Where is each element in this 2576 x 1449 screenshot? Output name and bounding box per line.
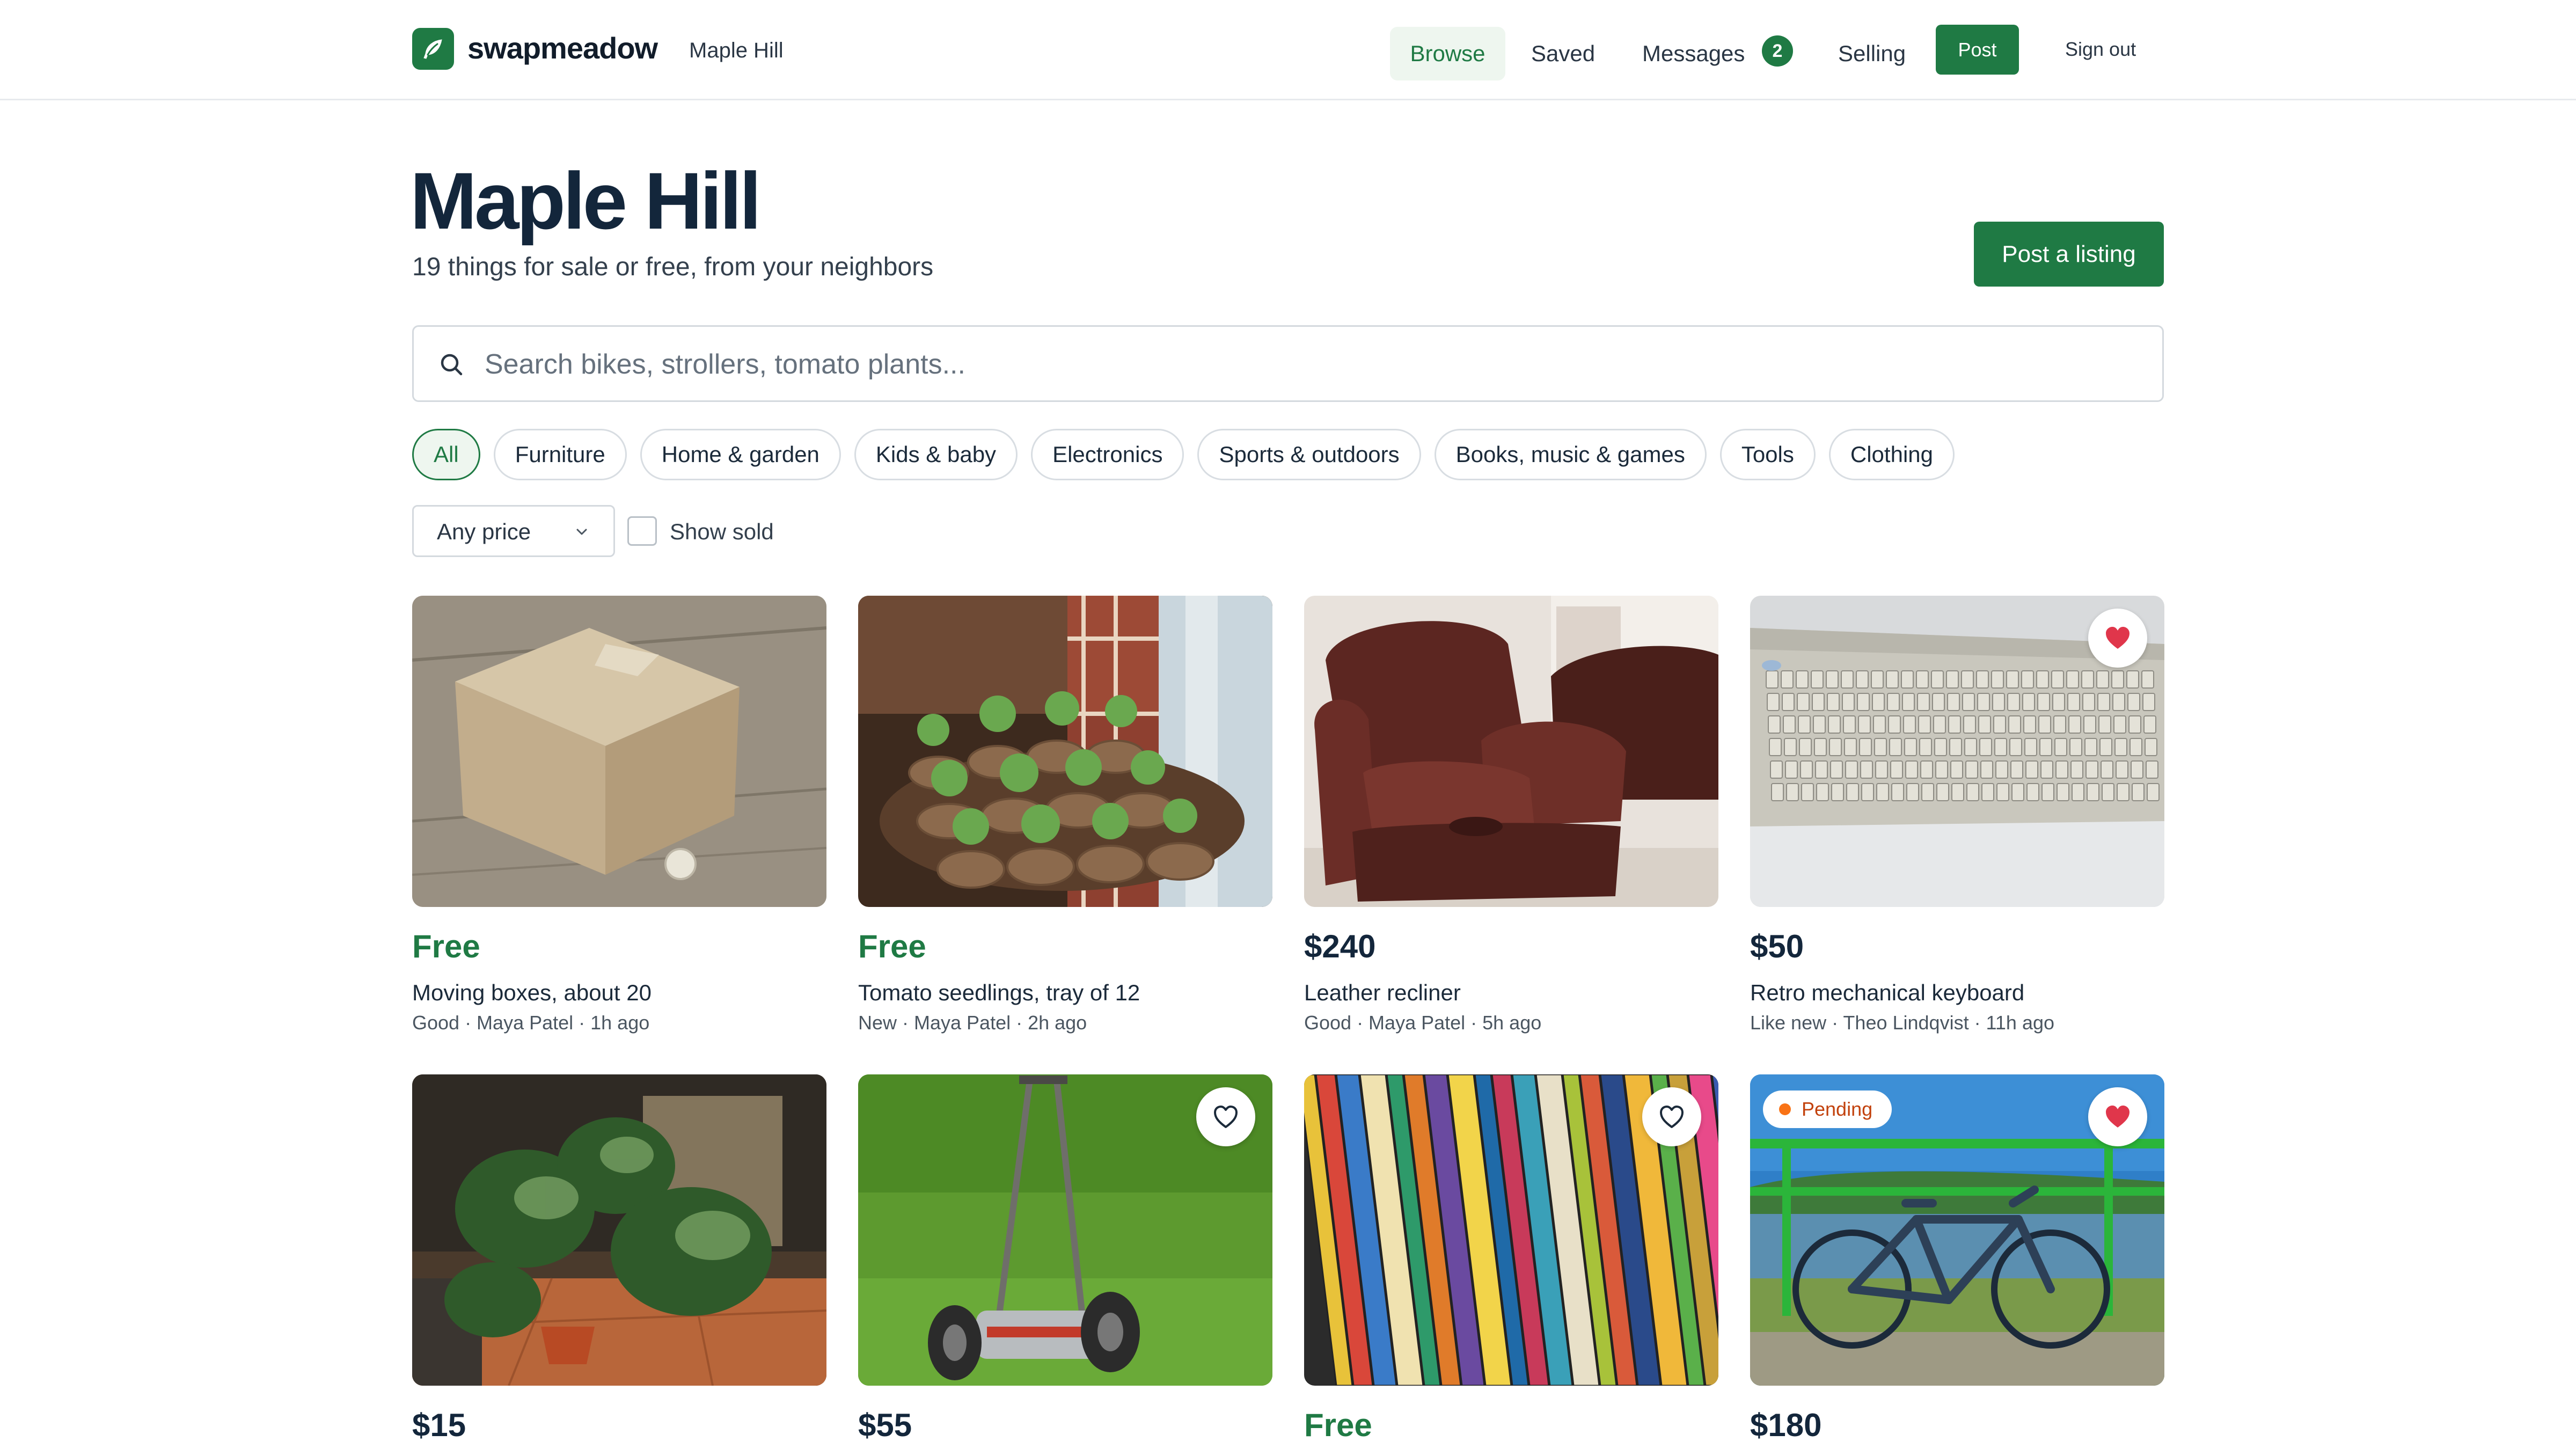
category-chip-books-music-games[interactable]: Books, music & games bbox=[1434, 429, 1707, 480]
category-chip-sports-outdoors[interactable]: Sports & outdoors bbox=[1197, 429, 1421, 480]
listing-title[interactable]: Moving boxes, about 20 bbox=[412, 978, 652, 1008]
leaf-icon[interactable] bbox=[412, 28, 454, 70]
listing-meta: Good · Maya Patel · 1h ago bbox=[412, 1012, 650, 1034]
listing-price: $15 bbox=[412, 1407, 466, 1443]
listing-photo[interactable] bbox=[412, 596, 826, 907]
listing-meta: Good · Maya Patel · 5h ago bbox=[1304, 1012, 1542, 1034]
listing-meta: Like new · Theo Lindqvist · 11h ago bbox=[1750, 1012, 2055, 1034]
listing-title[interactable]: Tomato seedlings, tray of 12 bbox=[858, 978, 1140, 1008]
nav-browse[interactable]: Browse bbox=[1390, 27, 1505, 80]
heart-filled-icon bbox=[2106, 1106, 2129, 1128]
show-sold-checkbox[interactable] bbox=[627, 516, 657, 546]
current-location: Maple Hill bbox=[689, 39, 784, 62]
price-filter-select[interactable]: Any price bbox=[412, 505, 615, 557]
nav-selling[interactable]: Selling bbox=[1838, 27, 1906, 80]
save-favorite-button[interactable] bbox=[1196, 1087, 1255, 1146]
category-chip-clothing[interactable]: Clothing bbox=[1828, 429, 1955, 480]
chevron-down-icon bbox=[576, 529, 587, 535]
nav-saved[interactable]: Saved bbox=[1531, 27, 1595, 80]
price-filter-value: Any price bbox=[437, 519, 531, 544]
category-chip-electronics[interactable]: Electronics bbox=[1031, 429, 1184, 480]
listing-photo[interactable] bbox=[1304, 596, 1718, 907]
page-title: Maple Hill bbox=[410, 156, 762, 246]
save-favorite-button[interactable] bbox=[2088, 609, 2147, 668]
listing-title[interactable]: Leather recliner bbox=[1304, 978, 1461, 1008]
category-chip-kids-baby[interactable]: Kids & baby bbox=[854, 429, 1018, 480]
category-chip-furniture[interactable]: Furniture bbox=[493, 429, 627, 480]
save-favorite-button[interactable] bbox=[1642, 1087, 1701, 1146]
search-icon bbox=[441, 354, 463, 376]
listing-meta: New · Maya Patel · 2h ago bbox=[858, 1012, 1087, 1034]
search-bar[interactable] bbox=[412, 325, 2164, 402]
listing-photo[interactable] bbox=[412, 1074, 826, 1386]
status-badge-label: Pending bbox=[1802, 1098, 1873, 1120]
brand-name[interactable]: swapmeadow bbox=[467, 30, 658, 67]
category-chip-home-garden[interactable]: Home & garden bbox=[640, 429, 841, 480]
save-favorite-button[interactable] bbox=[2088, 1087, 2147, 1146]
listing-price: $55 bbox=[858, 1407, 912, 1443]
messages-count-badge: 2 bbox=[1762, 35, 1793, 67]
listing-price: $240 bbox=[1304, 928, 1376, 964]
listing-price: Free bbox=[858, 928, 926, 964]
nav-messages[interactable]: Messages bbox=[1642, 27, 1745, 80]
listing-title[interactable]: Retro mechanical keyboard bbox=[1750, 978, 2024, 1008]
listing-price: Free bbox=[412, 928, 480, 964]
top-nav-bar: swapmeadow Maple Hill Browse Saved Messa… bbox=[0, 0, 2576, 100]
listing-price: $50 bbox=[1750, 928, 1804, 964]
search-input[interactable] bbox=[485, 343, 2138, 386]
heart-outline-icon bbox=[1214, 1106, 1238, 1128]
post-listing-button[interactable]: Post a listing bbox=[1974, 222, 2164, 287]
heart-filled-icon bbox=[2106, 627, 2129, 649]
category-chip-all[interactable]: All bbox=[412, 429, 480, 480]
category-chip-tools[interactable]: Tools bbox=[1719, 429, 1816, 480]
status-dot bbox=[1779, 1103, 1791, 1115]
sign-out-link[interactable]: Sign out bbox=[2065, 33, 2136, 65]
listing-photo[interactable] bbox=[858, 596, 1272, 907]
status-badge: Pending bbox=[1763, 1091, 1892, 1128]
show-sold-label[interactable]: Show sold bbox=[670, 516, 774, 547]
category-filter-chips: All Furniture Home & garden Kids & baby … bbox=[412, 429, 1955, 480]
listing-count-subtitle: 19 things for sale or free, from your ne… bbox=[412, 253, 934, 281]
listing-price: Free bbox=[1304, 1407, 1372, 1443]
post-button[interactable]: Post bbox=[1936, 25, 2019, 75]
heart-outline-icon bbox=[1660, 1106, 1684, 1128]
listing-price: $180 bbox=[1750, 1407, 1822, 1443]
